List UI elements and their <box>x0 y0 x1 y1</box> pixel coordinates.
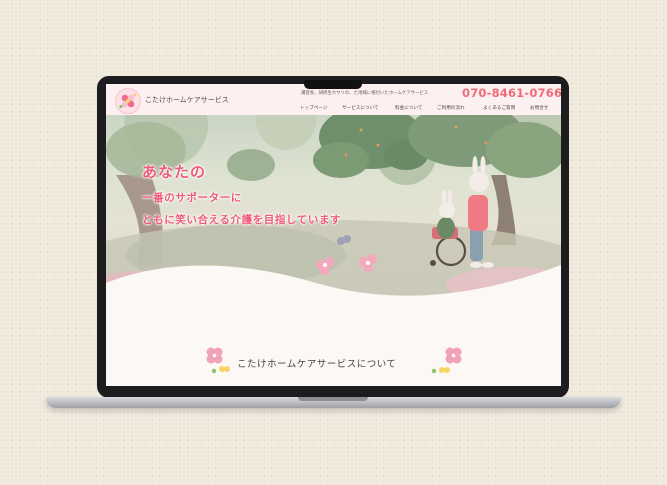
site-tagline: 講習会、研修生ホヤリの、た地域に根付いたホームケアサービス <box>301 91 429 96</box>
laptop-base-groove <box>298 397 368 401</box>
clover-decoration-right-icon <box>431 347 462 374</box>
nav-item-services[interactable]: サービスについて <box>342 105 379 111</box>
site-name[interactable]: こたけホームケアサービス <box>145 95 229 105</box>
phone-number[interactable]: 070-8461-0766 <box>462 86 561 100</box>
hero-headline: あなたの <box>142 163 207 181</box>
section-title-about: こたけホームケアサービスについて <box>237 359 397 370</box>
clover-decoration-left-icon <box>206 347 230 374</box>
hero-illustration <box>106 115 561 305</box>
nav-item-pricing[interactable]: 料金について <box>395 105 422 111</box>
camera-notch <box>304 80 362 89</box>
nav-item-contact[interactable]: お問合せ <box>530 105 548 111</box>
hero-banner: あなたの 一番のサポーターに ともに笑い合える介護を目指しています <box>106 115 561 305</box>
browser-screen: こたけホームケアサービス 講習会、研修生ホヤリの、た地域に根付いたホームケアサー… <box>106 84 561 386</box>
clover-logo-icon[interactable] <box>115 88 141 114</box>
nav-item-faq[interactable]: よくあるご質問 <box>483 105 515 111</box>
hero-tagline: ともに笑い合える介護を目指しています <box>142 214 342 226</box>
main-nav: トップページ サービスについて 料金について ご利用の流れ よくあるご質問 お問… <box>300 105 550 113</box>
nav-item-top[interactable]: トップページ <box>300 105 327 111</box>
hero-subline: 一番のサポーターに <box>142 192 242 204</box>
nav-item-flow[interactable]: ご利用の流れ <box>437 105 465 111</box>
